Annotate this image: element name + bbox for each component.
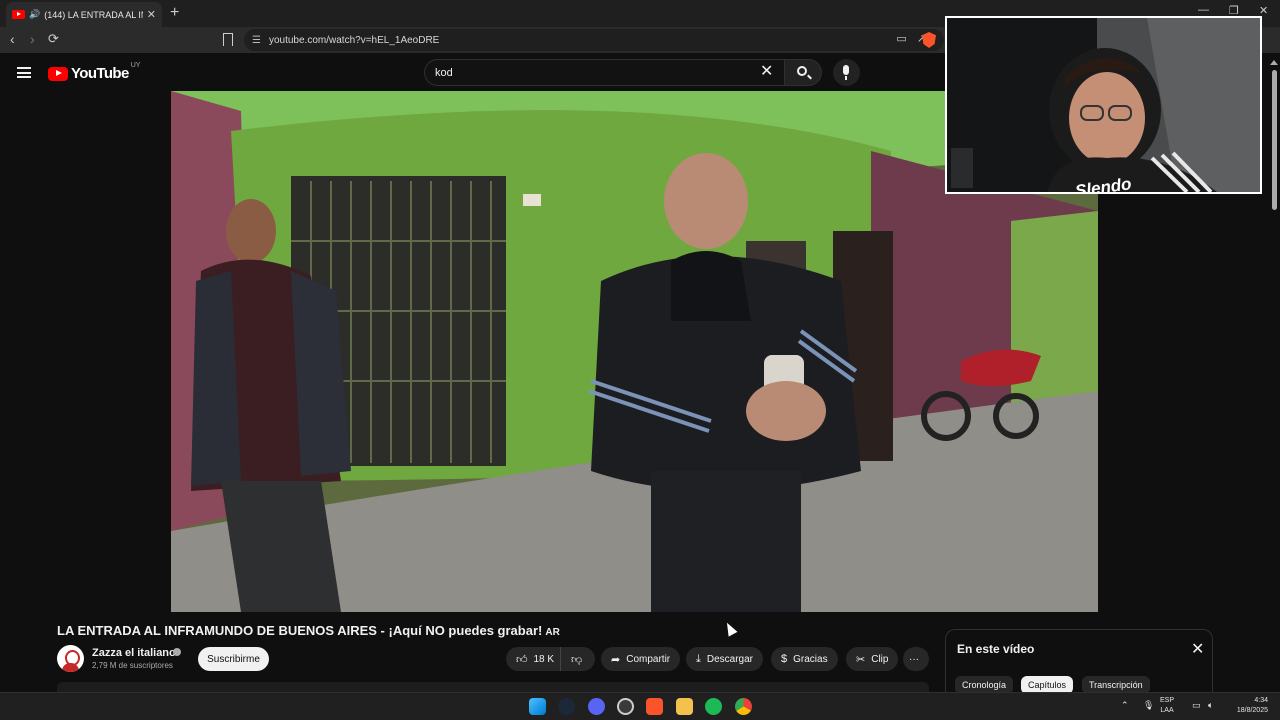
language-code: ESP — [1160, 697, 1175, 704]
webcam-frame — [947, 18, 1260, 192]
audio-playing-icon[interactable]: 🔊 — [29, 9, 40, 20]
minimize-window-icon[interactable]: — — [1198, 4, 1209, 16]
youtube-logo-icon — [48, 66, 68, 81]
video-title-text: LA ENTRADA AL INFRAMUNDO DE BUENOS AIRES… — [57, 623, 543, 638]
steam-icon[interactable] — [558, 698, 575, 715]
download-label: Descargar — [706, 653, 754, 665]
microphone-tray-icon[interactable]: 🎙︎ — [1143, 700, 1154, 711]
download-icon: ⤓ — [696, 652, 701, 665]
clock-date: 18/8/2025 — [1236, 707, 1268, 714]
url-text: youtube.com/watch?v=hEL_1AeoDRE — [268, 34, 440, 46]
search-input[interactable]: kod — [424, 59, 784, 86]
download-button[interactable]: ⤓ Descargar — [686, 647, 764, 671]
scrollbar-thumb[interactable] — [1272, 70, 1277, 210]
new-tab-button[interactable]: + — [170, 4, 179, 22]
hamburger-menu-icon[interactable] — [17, 67, 31, 78]
region-code: UY — [130, 62, 141, 69]
site-info-icon[interactable]: ☰ — [252, 35, 261, 46]
page-scrollbar[interactable] — [1270, 60, 1278, 210]
clear-search-icon[interactable]: ✕ — [760, 64, 773, 80]
chapters-panel-title: En este vídeo — [957, 642, 1035, 656]
back-icon[interactable]: ‹ — [10, 31, 15, 47]
network-icon[interactable]: ▭ — [1192, 700, 1201, 711]
youtube-logo[interactable]: YouTube UY — [48, 62, 141, 82]
close-tab-icon[interactable]: ✕ — [147, 8, 156, 21]
thumbs-down-icon: 👎︎ — [571, 653, 583, 666]
brave-browser-icon[interactable] — [646, 698, 663, 715]
share-label: Compartir — [626, 653, 671, 665]
thumbs-up-icon: 👍︎ — [516, 653, 528, 666]
windows-taskbar: ⌃ 🎙︎ ESP LAA ▭ 🔈︎ 4:34 18/8/2025 — [0, 692, 1280, 720]
tab-title: (144) LA ENTRADA AL INFRAMUNDO DE BUENOS… — [44, 9, 143, 20]
channel-name[interactable]: Zazza el italiano — [92, 647, 176, 659]
streamer-webcam-overlay: Slendo — [945, 16, 1262, 194]
dislike-button[interactable]: 👎︎ — [561, 653, 582, 666]
thanks-button[interactable]: $ Gracias — [771, 647, 838, 671]
microphone-icon — [843, 65, 849, 80]
volume-icon[interactable]: 🔈︎ — [1208, 700, 1213, 711]
subscriber-count: 2,79 M de suscriptores — [92, 661, 173, 670]
clip-label: Clip — [871, 653, 889, 665]
start-menu-icon[interactable] — [529, 698, 546, 715]
super-thanks-icon: $ — [781, 653, 788, 665]
clock-time: 4:34 — [1254, 697, 1268, 704]
youtube-favicon-icon — [12, 10, 25, 19]
description-box[interactable] — [57, 682, 929, 692]
scissors-icon: ✂︎ — [856, 653, 866, 666]
scroll-up-icon[interactable] — [1270, 60, 1278, 65]
chapters-panel: En este vídeo ✕ Cronología Capítulos Tra… — [945, 629, 1213, 694]
more-actions-button[interactable]: ··· — [903, 647, 929, 671]
share-icon: ➦ — [611, 653, 621, 666]
youtube-logo-text: YouTube — [71, 65, 129, 82]
search-icon — [797, 66, 807, 76]
search-button[interactable] — [784, 59, 822, 86]
verified-badge-icon — [173, 648, 181, 656]
discord-icon[interactable] — [588, 698, 605, 715]
language-indicator[interactable]: ESP LAA — [1160, 696, 1174, 716]
channel-avatar[interactable] — [57, 645, 84, 672]
file-explorer-icon[interactable] — [676, 698, 693, 715]
voice-search-button[interactable] — [833, 59, 860, 86]
show-hidden-icons-icon[interactable]: ⌃ — [1121, 700, 1129, 711]
like-button[interactable]: 👍︎ 18 K — [506, 647, 561, 671]
thanks-label: Gracias — [793, 653, 828, 665]
subscribe-button[interactable]: Suscribirme — [198, 647, 269, 671]
chrome-icon[interactable] — [735, 698, 752, 715]
more-options-icon: ··· — [909, 653, 919, 665]
forward-icon[interactable]: › — [30, 31, 35, 47]
close-panel-icon[interactable]: ✕ — [1191, 639, 1204, 659]
share-button[interactable]: ➦ Compartir — [601, 647, 681, 671]
bookmark-icon[interactable] — [223, 33, 233, 47]
video-title: LA ENTRADA AL INFRAMUNDO DE BUENOS AIRES… — [57, 623, 560, 638]
spotify-icon[interactable] — [705, 698, 722, 715]
mouse-cursor — [722, 620, 738, 637]
clip-button[interactable]: ✂︎ Clip — [846, 647, 899, 671]
video-title-suffix: AR — [545, 627, 560, 638]
keyboard-layout: LAA — [1160, 707, 1174, 714]
like-count: 18 K — [533, 653, 555, 665]
address-bar[interactable]: ☰ youtube.com/watch?v=hEL_1AeoDRE ▭↗ — [244, 29, 944, 51]
like-dislike-group: 👍︎ 18 K 👎︎ — [506, 647, 595, 671]
obs-icon[interactable] — [617, 698, 634, 715]
browser-tab-active[interactable]: 🔊 (144) LA ENTRADA AL INFRAMUNDO DE BUEN… — [6, 2, 162, 27]
system-clock[interactable]: 4:34 18/8/2025 — [1222, 696, 1268, 716]
reload-icon[interactable]: ⟳ — [48, 31, 59, 47]
